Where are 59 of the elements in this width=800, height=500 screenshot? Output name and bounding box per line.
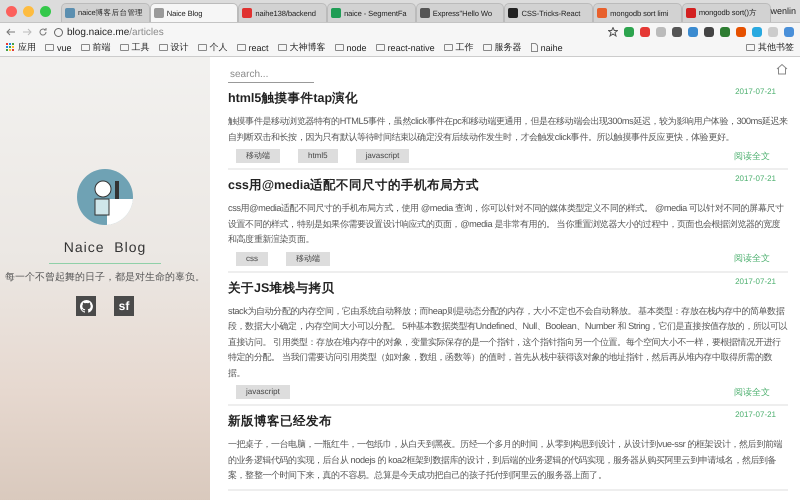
folder-icon bbox=[444, 44, 453, 51]
bookmark[interactable]: vue bbox=[45, 42, 72, 52]
article-title[interactable]: html5触摸事件tap演化 bbox=[228, 91, 358, 106]
search-field[interactable]: search... bbox=[228, 67, 314, 83]
bookmark[interactable]: 前端 bbox=[80, 41, 111, 54]
other-bookmarks[interactable]: 其他书签 bbox=[746, 41, 794, 54]
folder-icon bbox=[120, 44, 129, 51]
article-date: 2017-07-21 bbox=[735, 174, 776, 183]
tag[interactable]: html5 bbox=[298, 149, 338, 163]
article-excerpt: 触摸事件是移动浏览器特有的HTML5事件，虽然click事件在pc和移动端更通用，但是在移动端会出现300ms延迟，较为影响用户体验，300ms延迟来自判断双击和长按，因为只有默认等待时间结束以确定没有后续动作发生时，才会触发click事件。所以触摸事件反应更快，体验更好。 bbox=[228, 115, 788, 144]
folder-icon bbox=[334, 44, 344, 51]
apps-grid-icon bbox=[6, 43, 15, 52]
bookmark[interactable]: 大神博客 bbox=[278, 41, 326, 54]
profile-name[interactable]: wenlin bbox=[770, 6, 800, 16]
article-date: 2017-07-21 bbox=[735, 410, 776, 419]
article-date: 2017-07-21 bbox=[735, 276, 776, 286]
folder-icon bbox=[198, 44, 207, 51]
close-window-button[interactable] bbox=[6, 6, 17, 16]
blog-name: Naice Blog bbox=[64, 239, 146, 255]
bookmark[interactable]: 个人 bbox=[198, 41, 228, 54]
article-excerpt: 一把桌子，一台电脑，一瓶红牛，一包纸巾，从白天到黑夜。历经一个多月的时间，从零到构思到设计，从设计到vue-ssr 的框架设计，然后到前端的业务逻辑代码的实现，后台从 nodejs 的 koa2框架到数据库的设计，到后端的业务逻辑的代码实现，服务器从购买阿里云到申请域名，然后到备案，整整一个时间下来，真的不容易。总算是今天成功把自己的孩子托付到阿里云的服务器上面了。 bbox=[228, 438, 784, 482]
tag[interactable]: css bbox=[236, 252, 268, 266]
bookmark[interactable]: 设计 bbox=[158, 41, 189, 54]
tag[interactable]: 移动端 bbox=[286, 252, 330, 266]
bookmark[interactable]: node bbox=[334, 42, 367, 52]
article-title[interactable]: css用@media适配不同尺寸的手机布局方式 bbox=[228, 178, 480, 193]
folder-icon bbox=[158, 44, 168, 51]
motto: 每一个不曾起舞的日子，都是对生命的辜负。 bbox=[5, 270, 205, 284]
tag[interactable]: javascript bbox=[236, 385, 290, 399]
bookmark[interactable]: 应用 bbox=[6, 41, 36, 54]
home-icon[interactable] bbox=[776, 63, 788, 75]
folder-icon bbox=[376, 44, 385, 51]
forward-icon[interactable] bbox=[22, 27, 32, 37]
folder-icon bbox=[236, 44, 246, 51]
segmentfault-link[interactable]: sf bbox=[114, 296, 134, 316]
bookmark[interactable]: react bbox=[236, 42, 269, 52]
star-icon[interactable] bbox=[608, 27, 618, 37]
article-excerpt: css用@media适配不同尺寸的手机布局方式，使用 @media 查询，你可以针对不同的媒体类型定义不同的样式。 @media 可以针对不同的屏幕尺寸设置不同的样式，特别是如果你需要设置设计响应式的页面，@media 是非常有用的。 当你重置浏览器大小的过程中，页面也会根据浏览器的宽度和高度重新渲染页面。 bbox=[228, 202, 785, 246]
bookmark[interactable]: 服务器 bbox=[482, 41, 522, 54]
article-excerpt: stack为自动分配的内存空间，它由系统自动释放；而heap则是动态分配的内存，大小不定也不会自动释放。 基本类型：存放在栈内存中的简单数据段，数据大小确定，内存空间大小可以分配。 5种基本数据类型有Undefined、Null、Boolean、Number 和 String，它们是直接按值存放的，所以可以直接访问。 引用类型：存放在堆内存中的对象，变量实际保存的是一个指针，这个指针指向另一个位置。每个空间大小不一样，要根据情况开进行特定的分配。 当我们需要访问引用类型（如对象，数组，函数等）的值时，首先从栈中获得该对象的地址指针，然后再从堆内存中取得所需的数据。 bbox=[228, 304, 788, 380]
article-date: 2017-07-21 bbox=[735, 87, 776, 96]
folder-icon bbox=[278, 44, 287, 51]
article-title[interactable]: 关于JS堆栈与拷贝 bbox=[228, 280, 334, 296]
page-icon bbox=[530, 43, 538, 52]
article-title[interactable]: 新版博客已经发布 bbox=[228, 414, 332, 429]
tag[interactable]: javascript bbox=[356, 149, 410, 163]
folder-icon bbox=[80, 44, 90, 51]
folder-icon bbox=[45, 44, 54, 51]
folder-icon bbox=[482, 44, 492, 51]
folder-icon bbox=[746, 44, 755, 51]
bookmark[interactable]: 工具 bbox=[120, 41, 150, 54]
tag[interactable]: 移动端 bbox=[236, 149, 280, 163]
bookmark[interactable]: naihe bbox=[530, 42, 563, 52]
github-icon[interactable] bbox=[76, 296, 96, 316]
info-icon bbox=[54, 28, 63, 36]
reload-icon[interactable] bbox=[38, 27, 48, 37]
bookmark[interactable]: react-native bbox=[376, 42, 435, 52]
bookmark[interactable]: 工作 bbox=[444, 41, 474, 54]
back-icon[interactable] bbox=[6, 27, 16, 37]
